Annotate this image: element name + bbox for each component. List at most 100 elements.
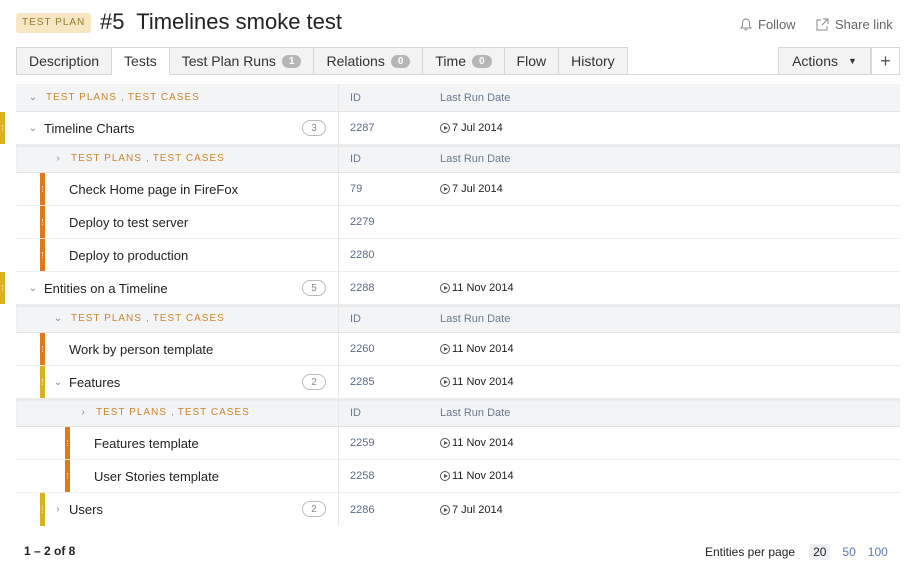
pagination-range: 1 – 2 of 8 (24, 544, 76, 558)
table-row[interactable]: Work by person template 2260 11 Nov 2014 (16, 333, 900, 366)
tab-count-badge: 0 (471, 54, 492, 68)
table-row[interactable]: ⌄ Entities on a Timeline 5 2288 11 Nov 2… (0, 272, 900, 305)
group-header-name: ⌄ TEST PLANS, TEST CASES (16, 305, 339, 332)
row-name-cell: User Stories template (16, 460, 339, 492)
tag-test-cases[interactable]: TEST CASES (178, 407, 250, 418)
row-id[interactable]: 2285 (350, 366, 374, 398)
tag-test-plans[interactable]: TEST PLANS (71, 153, 142, 164)
tag-test-cases[interactable]: TEST CASES (128, 92, 200, 103)
row-id[interactable]: 2280 (350, 239, 374, 271)
group-header-name: ⌄ TEST PLANS, TEST CASES (16, 84, 339, 111)
row-id[interactable]: 2288 (350, 272, 374, 304)
row-name[interactable]: Work by person template (69, 342, 213, 357)
table-row[interactable]: Deploy to production 2280 (16, 239, 900, 272)
row-name-cell: ⌄ Features 2 (16, 366, 339, 398)
table-row[interactable]: Deploy to test server 2279 (16, 206, 900, 239)
tab-relations[interactable]: Relations 0 (314, 47, 424, 75)
row-id[interactable]: 2260 (350, 333, 374, 365)
tag-separator: , (170, 407, 174, 418)
row-name-cell: ⌄ Timeline Charts 3 (16, 112, 339, 144)
row-date: 11 Nov 2014 (452, 376, 514, 388)
tag-test-cases[interactable]: TEST CASES (153, 153, 225, 164)
subgroup-header: ⌄ TEST PLANS, TEST CASES ID Last Run Date (16, 305, 900, 333)
row-name[interactable]: Deploy to test server (69, 215, 188, 230)
play-icon (440, 344, 450, 354)
row-name[interactable]: Deploy to production (69, 248, 188, 263)
row-name[interactable]: Features template (94, 436, 199, 451)
per-page-option-100[interactable]: 100 (868, 545, 888, 559)
actions-label: Actions (792, 53, 838, 69)
column-header-last-run[interactable]: Last Run Date (440, 145, 510, 172)
tab-count-badge: 0 (390, 54, 411, 68)
tag-test-cases[interactable]: TEST CASES (153, 313, 225, 324)
chevron-right-icon[interactable]: › (51, 504, 65, 515)
tab-history[interactable]: History (559, 47, 628, 75)
tab-time[interactable]: Time 0 (423, 47, 505, 75)
child-count-badge: 3 (302, 120, 326, 136)
column-header-id[interactable]: ID (350, 145, 361, 172)
row-id[interactable]: 2279 (350, 206, 374, 238)
table-row[interactable]: Features template 2259 11 Nov 2014 (16, 427, 900, 460)
table-row[interactable]: ⌄ Timeline Charts 3 2287 7 Jul 2014 (0, 112, 900, 145)
row-name-cell: Features template (16, 427, 339, 459)
page-title: #5 Timelines smoke test (100, 9, 342, 35)
chevron-down-icon[interactable]: ⌄ (26, 92, 40, 103)
tag-test-plans[interactable]: TEST PLANS (96, 407, 167, 418)
row-name-cell: Work by person template (16, 333, 339, 365)
entity-type-badge: TEST PLAN (16, 13, 92, 33)
grid-header: ⌄ TEST PLANS, TEST CASES ID Last Run Date (16, 84, 900, 112)
per-page-option-20[interactable]: 20 (809, 544, 831, 560)
share-link-button[interactable]: Share link (816, 17, 893, 32)
test-plan-marker (0, 112, 5, 144)
row-name[interactable]: Entities on a Timeline (44, 281, 168, 296)
actions-dropdown[interactable]: Actions ▼ (778, 47, 871, 75)
caret-down-icon: ▼ (848, 56, 857, 66)
follow-button[interactable]: Follow (740, 17, 796, 32)
group-header-name: › TEST PLANS, TEST CASES (16, 399, 339, 426)
share-icon (816, 18, 829, 31)
row-name[interactable]: Users (69, 502, 103, 517)
entity-tabs: Description Tests Test Plan Runs 1 Relati… (16, 47, 888, 75)
row-name[interactable]: Check Home page in FireFox (69, 182, 238, 197)
tab-tests[interactable]: Tests (112, 47, 170, 75)
entity-title-text[interactable]: Timelines smoke test (136, 9, 342, 34)
play-icon (440, 123, 450, 133)
row-id[interactable]: 2258 (350, 460, 374, 492)
tag-separator: , (145, 313, 149, 324)
chevron-right-icon[interactable]: › (51, 153, 65, 164)
column-header-last-run[interactable]: Last Run Date (440, 399, 510, 426)
tab-flow[interactable]: Flow (504, 47, 560, 75)
play-icon (440, 438, 450, 448)
column-header-id[interactable]: ID (350, 399, 361, 426)
tag-separator: , (145, 153, 149, 164)
table-row[interactable]: › Users 2 2286 7 Jul 2014 (16, 493, 900, 526)
row-id[interactable]: 2286 (350, 493, 374, 526)
column-header-id[interactable]: ID (350, 84, 361, 111)
table-row[interactable]: User Stories template 2258 11 Nov 2014 (16, 460, 900, 493)
table-row[interactable]: Check Home page in FireFox 79 7 Jul 2014 (16, 173, 900, 206)
table-row[interactable]: ⌄ Features 2 2285 11 Nov 2014 (16, 366, 900, 399)
row-name-cell: › Users 2 (16, 493, 339, 526)
row-name[interactable]: Features (69, 375, 120, 390)
row-name[interactable]: User Stories template (94, 469, 219, 484)
tab-description[interactable]: Description (16, 47, 113, 75)
chevron-down-icon[interactable]: ⌄ (51, 377, 65, 388)
chevron-down-icon[interactable]: ⌄ (26, 123, 40, 134)
tab-label: Description (29, 53, 100, 69)
column-header-id[interactable]: ID (350, 305, 361, 332)
per-page-option-50[interactable]: 50 (842, 545, 855, 559)
chevron-right-icon[interactable]: › (76, 407, 90, 418)
row-id[interactable]: 2259 (350, 427, 374, 459)
row-id[interactable]: 79 (350, 173, 362, 205)
column-header-last-run[interactable]: Last Run Date (440, 84, 510, 111)
tag-test-plans[interactable]: TEST PLANS (71, 313, 142, 324)
add-button[interactable]: + (871, 47, 900, 75)
column-header-last-run[interactable]: Last Run Date (440, 305, 510, 332)
row-name[interactable]: Timeline Charts (44, 121, 135, 136)
tag-test-plans[interactable]: TEST PLANS (46, 92, 117, 103)
chevron-down-icon[interactable]: ⌄ (26, 283, 40, 294)
row-id[interactable]: 2287 (350, 112, 374, 144)
tests-grid: ⌄ TEST PLANS, TEST CASES ID Last Run Date… (0, 84, 900, 526)
chevron-down-icon[interactable]: ⌄ (51, 313, 65, 324)
tab-test-plan-runs[interactable]: Test Plan Runs 1 (169, 47, 315, 75)
